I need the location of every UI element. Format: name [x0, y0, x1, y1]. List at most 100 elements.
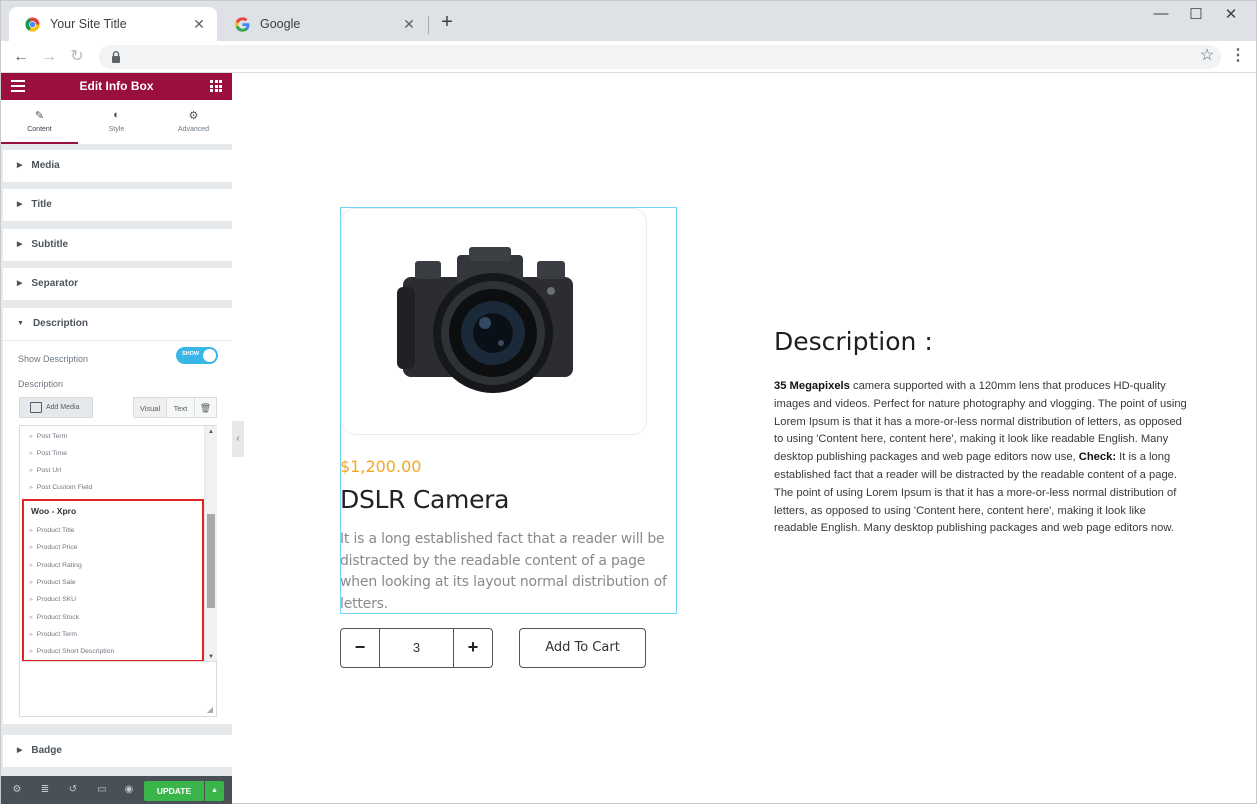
caret-right-icon: ▶: [17, 241, 23, 248]
show-description-label: Show Description: [18, 354, 89, 364]
widgets-grid-icon[interactable]: [210, 80, 222, 92]
section-label: Separator: [31, 278, 79, 289]
tab-content[interactable]: ✎ Content: [1, 100, 78, 144]
highlight-box: [22, 499, 204, 661]
caret-right-icon: ▶: [17, 747, 23, 754]
section-description[interactable]: ▼ Description: [3, 308, 232, 340]
scroll-up-icon[interactable]: ▲: [208, 429, 214, 435]
quantity-stepper: − 3 +: [340, 628, 493, 668]
section-label: Badge: [31, 745, 62, 756]
section-subtitle[interactable]: ▶ Subtitle: [3, 229, 232, 261]
tab-label: Content: [27, 126, 52, 133]
tab-separator: [428, 16, 429, 34]
tab-label: Style: [108, 126, 125, 133]
pencil-icon: ✎: [34, 110, 45, 122]
resize-handle-icon[interactable]: ◢: [207, 705, 213, 714]
editor-panel: Edit Info Box ✎ Content ◐ Style ⚙ Advanc…: [1, 73, 232, 804]
section-separator[interactable]: ▶ Separator: [3, 268, 232, 300]
tab-your-site-title[interactable]: Your Site Title ✕: [9, 7, 217, 41]
add-to-cart-button[interactable]: Add To Cart: [519, 628, 646, 668]
show-description-toggle[interactable]: SHOW: [176, 347, 218, 364]
panel-footer: ⚙ ≣ ↺ ▭ ◉ UPDATE ▲: [1, 776, 232, 804]
toggle-knob: [203, 349, 216, 362]
back-arrow-icon[interactable]: ←: [11, 47, 31, 67]
browser-toolbar: ← → ↻ ☆ ⋮: [1, 41, 1256, 73]
panel-title: Edit Info Box: [79, 79, 154, 93]
decrement-button[interactable]: −: [341, 629, 379, 667]
caret-right-icon: ▶: [17, 162, 23, 169]
tab-visual[interactable]: Visual: [133, 397, 167, 418]
quantity-input[interactable]: 3: [379, 629, 454, 667]
tab-text[interactable]: Text: [167, 397, 195, 418]
section-title[interactable]: ▶ Title: [3, 189, 232, 221]
layers-icon[interactable]: ≣: [39, 784, 51, 796]
dropdown-item[interactable]: Post Custom Field: [29, 484, 93, 491]
contrast-icon: ◐: [113, 109, 120, 121]
tab-style[interactable]: ◐ Style: [78, 100, 155, 144]
description-paragraph-2: It is a long established fact that a rea…: [774, 451, 1178, 535]
tab-advanced[interactable]: ⚙ Advanced: [155, 100, 232, 144]
close-tab-icon[interactable]: ✕: [401, 16, 417, 33]
section-label: Description: [32, 318, 88, 329]
increment-button[interactable]: +: [454, 629, 492, 667]
scroll-thumb[interactable]: [207, 514, 215, 608]
toggle-text: SHOW: [182, 351, 200, 357]
add-media-label: Add Media: [46, 404, 80, 411]
minimize-icon[interactable]: —: [1146, 5, 1176, 22]
section-badge[interactable]: ▶ Badge: [3, 735, 232, 767]
panel-header: Edit Info Box: [1, 73, 232, 100]
chrome-icon: [25, 16, 40, 32]
section-label: Media: [31, 160, 60, 171]
section-label: Title: [31, 199, 52, 210]
tab-title: Your Site Title: [50, 17, 127, 31]
close-window-icon[interactable]: ✕: [1216, 5, 1246, 23]
trash-icon[interactable]: 🗑: [195, 397, 217, 418]
description-bold-megapixels: 35 Megapixels: [774, 380, 850, 392]
editor-mode-tabs: Visual Text 🗑: [133, 397, 217, 418]
camera-image: [397, 247, 573, 393]
tab-google[interactable]: Google ✕: [219, 7, 427, 41]
collapse-panel-handle[interactable]: ‹: [232, 421, 244, 457]
caret-down-icon: ▼: [17, 320, 24, 327]
product-short-description: It is a long established fact that a rea…: [340, 531, 667, 612]
responsive-icon[interactable]: ▭: [96, 784, 108, 796]
more-menu-icon[interactable]: ⋮: [1229, 47, 1247, 65]
description-editor[interactable]: Post Term Post Time Post Url Post Custom…: [19, 425, 217, 717]
product-name: DSLR Camera: [340, 485, 510, 514]
media-icon: [30, 402, 42, 413]
browser-tab-bar: Your Site Title ✕ Google ✕ + — ☐ ✕: [1, 1, 1256, 41]
panel-tabs: ✎ Content ◐ Style ⚙ Advanced: [1, 100, 232, 144]
gear-icon: ⚙: [188, 110, 199, 122]
close-tab-icon[interactable]: ✕: [191, 16, 207, 33]
update-button[interactable]: UPDATE: [144, 781, 204, 801]
google-icon: [235, 16, 250, 32]
description-bold-check: Check:: [1078, 451, 1117, 464]
dropdown-item[interactable]: Post Term: [29, 433, 67, 440]
section-media[interactable]: ▶ Media: [3, 150, 232, 182]
dropdown-item[interactable]: Post Url: [29, 467, 61, 474]
hamburger-menu-icon[interactable]: [11, 80, 25, 92]
caret-right-icon: ▶: [17, 280, 23, 287]
scroll-down-icon[interactable]: ▼: [208, 654, 214, 660]
maximize-icon[interactable]: ☐: [1181, 5, 1211, 23]
dropdown-scrollbar[interactable]: ▲ ▼: [204, 426, 217, 661]
tab-title: Google: [260, 17, 301, 31]
add-media-button[interactable]: Add Media: [19, 397, 93, 418]
dropdown-item[interactable]: Post Time: [29, 450, 67, 457]
history-icon[interactable]: ↺: [67, 784, 79, 796]
forward-arrow-icon[interactable]: →: [39, 47, 59, 67]
description-text: 35 Megapixels camera supported with a 12…: [774, 378, 1192, 538]
bookmark-star-icon[interactable]: ☆: [1198, 47, 1216, 65]
description-heading: Description :: [774, 327, 933, 356]
preview-eye-icon[interactable]: ◉: [123, 784, 135, 796]
new-tab-button[interactable]: +: [435, 11, 459, 35]
dynamic-tags-dropdown: Post Term Post Time Post Url Post Custom…: [21, 426, 217, 662]
settings-gear-icon[interactable]: ⚙: [11, 784, 23, 796]
product-image-box: [341, 208, 647, 435]
reload-icon[interactable]: ↻: [67, 47, 87, 67]
lock-icon: [112, 51, 120, 63]
chevron-up-icon[interactable]: ▲: [205, 781, 224, 801]
tab-label: Advanced: [177, 126, 210, 133]
address-bar[interactable]: [99, 45, 1221, 69]
description-controls: Show Description SHOW Description Add Me…: [3, 341, 232, 724]
